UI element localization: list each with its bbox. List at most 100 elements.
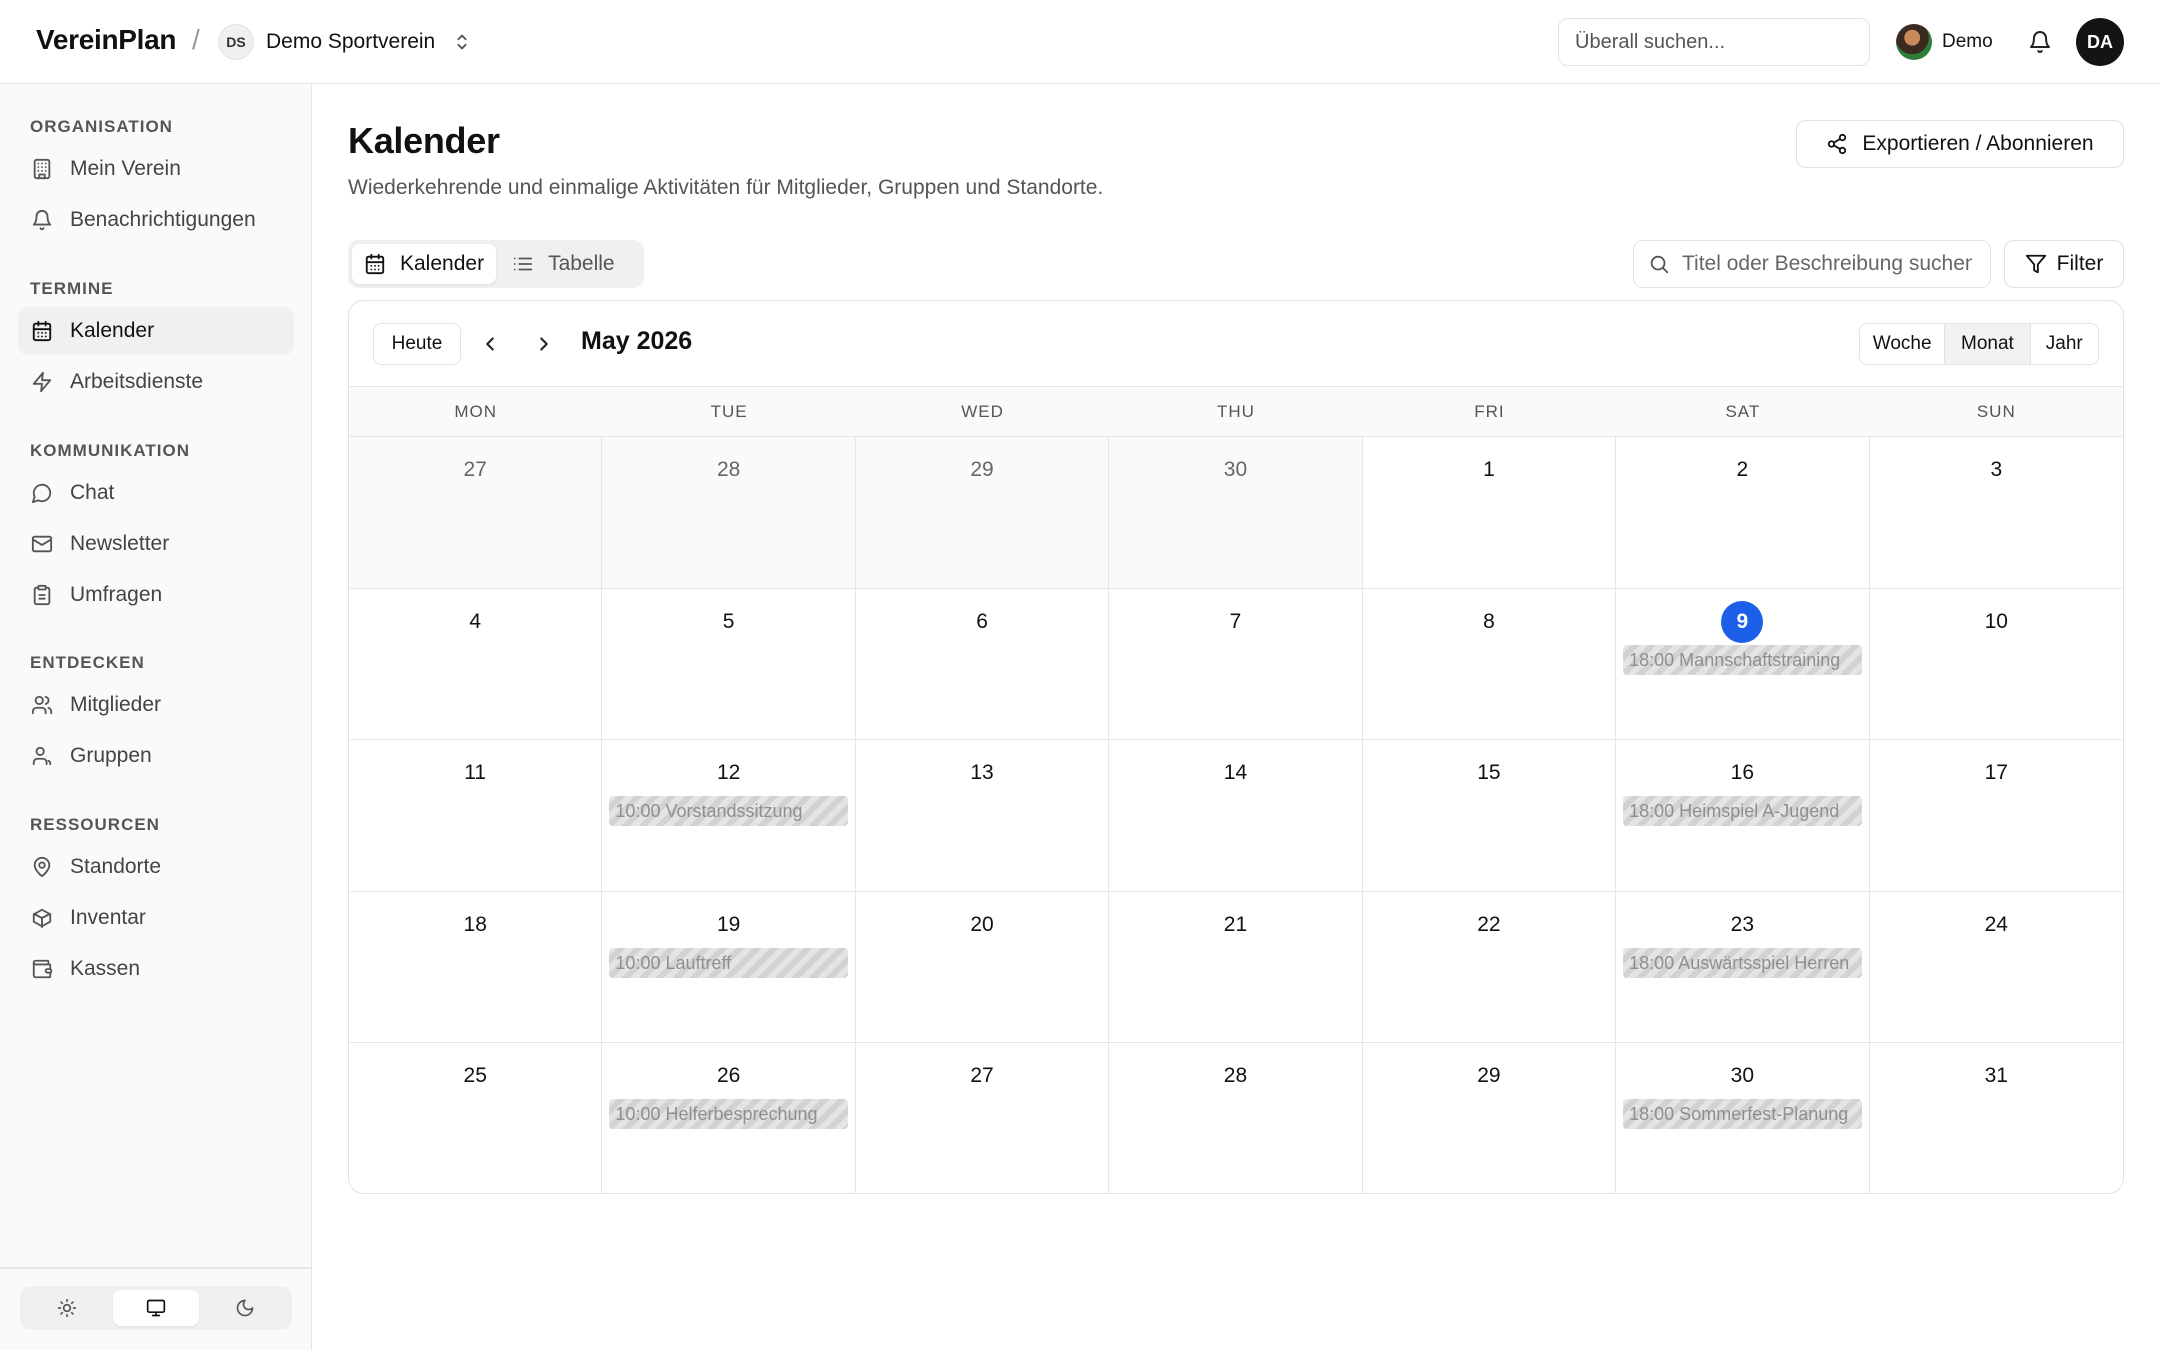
theme-light-button[interactable] <box>24 1290 109 1326</box>
calendar-day[interactable]: 1 <box>1362 437 1617 589</box>
calendar-day[interactable]: 30 <box>1109 437 1363 589</box>
calendar-toolbar: Heute May 2026 Woche Monat Jahr <box>349 301 2123 387</box>
day-number: 2 <box>1736 458 1749 481</box>
calendar-day[interactable]: 10 <box>1869 588 2123 741</box>
calendar-event[interactable]: 18:00 Mannschaftstraining <box>1623 644 1862 675</box>
sidebar-item-kassen[interactable]: Kassen <box>18 945 294 993</box>
user-name: Demo <box>1942 31 1993 52</box>
calendar-day[interactable]: 4 <box>349 588 603 741</box>
tab-label: Tabelle <box>548 252 615 275</box>
day-number: 9 <box>1721 600 1764 643</box>
calendar-event[interactable]: 10:00 Helferbesprechung <box>609 1099 848 1130</box>
sidebar-item-benachrichtigungen[interactable]: Benachrichtigungen <box>18 196 294 244</box>
calendar-day[interactable]: 20 <box>855 891 1110 1044</box>
calendar-day[interactable]: 29 <box>1362 1043 1617 1193</box>
event-search-input[interactable] <box>1682 252 1972 276</box>
sidebar-item-newsletter[interactable]: Newsletter <box>18 520 294 568</box>
sidebar-item-umfragen[interactable]: Umfragen <box>18 571 294 619</box>
calendar-day[interactable]: 5 <box>602 588 856 741</box>
calendar-day[interactable]: 18 <box>349 891 603 1044</box>
calendar-day[interactable]: 30 18:00 Sommerfest-Planung <box>1616 1043 1870 1193</box>
calendar-day[interactable]: 26 10:00 Helferbesprechung <box>602 1043 856 1193</box>
sidebar-item-mitglieder[interactable]: Mitglieder <box>18 681 294 729</box>
search-icon <box>1650 255 1669 274</box>
day-number: 16 <box>1730 761 1755 785</box>
calendar-event[interactable]: 18:00 Heimspiel A-Jugend <box>1623 796 1862 827</box>
export-label: Exportieren / Abonnieren <box>1862 132 2094 155</box>
sidebar-item-kalender[interactable]: Kalender <box>18 307 294 355</box>
export-subscribe-button[interactable]: Exportieren / Abonnieren <box>1796 120 2124 168</box>
calendar-day[interactable]: 14 <box>1109 740 1363 892</box>
calendar-event[interactable]: 10:00 Vorstandssitzung <box>609 796 848 827</box>
weekday-label: MON <box>454 401 498 421</box>
calendar-day[interactable]: 15 <box>1362 740 1617 892</box>
calendar-day[interactable]: 6 <box>855 588 1110 741</box>
calendar-day-today[interactable]: 9 18:00 Mannschaftstraining <box>1616 588 1870 741</box>
organization-switcher[interactable]: DS Demo Sportverein <box>218 23 473 61</box>
sidebar-item-inventar[interactable]: Inventar <box>18 894 294 942</box>
calendar-day[interactable]: 24 <box>1869 891 2123 1044</box>
sidebar-item-standorte[interactable]: Standorte <box>18 843 294 891</box>
tab-kalender[interactable]: Kalender <box>352 244 497 284</box>
calendar-day[interactable]: 28 <box>1109 1043 1363 1193</box>
calendar-day[interactable]: 17 <box>1869 740 2123 892</box>
global-search-input[interactable] <box>1558 18 1870 66</box>
calendar-day[interactable]: 11 <box>349 740 603 892</box>
calendar-day[interactable]: 16 18:00 Heimspiel A-Jugend <box>1616 740 1870 892</box>
range-year-button[interactable]: Jahr <box>2031 324 2098 364</box>
notifications-button[interactable] <box>2024 26 2056 58</box>
calendar-event[interactable]: 18:00 Auswärtsspiel Herren <box>1623 947 1862 978</box>
calendar-day[interactable]: 25 <box>349 1043 603 1193</box>
sidebar-item-label: Arbeitsdienste <box>70 370 204 393</box>
theme-switcher <box>20 1286 292 1330</box>
calendar-day[interactable]: 3 <box>1869 437 2123 589</box>
user-menu[interactable]: Demo <box>1896 24 1993 60</box>
users-icon <box>30 744 54 768</box>
day-number: 3 <box>1990 458 2003 481</box>
calendar-day[interactable]: 13 <box>855 740 1110 892</box>
calendar-day[interactable]: 28 <box>602 437 856 589</box>
calendar-day[interactable]: 12 10:00 Vorstandssitzung <box>602 740 856 892</box>
range-week-button[interactable]: Woche <box>1860 324 1946 364</box>
filter-icon <box>2025 254 2046 274</box>
day-number: 11 <box>464 761 487 785</box>
chevrons-up-down-icon <box>457 34 467 50</box>
page-subtitle: Wiederkehrende und einmalige Aktivitäten… <box>348 176 1104 199</box>
tab-tabelle[interactable]: Tabelle <box>500 244 627 284</box>
calendar-day[interactable]: 21 <box>1109 891 1363 1044</box>
calendar-day[interactable]: 8 <box>1362 588 1617 741</box>
calendar-event[interactable]: 18:00 Sommerfest-Planung <box>1623 1099 1862 1130</box>
calendar-day[interactable]: 23 18:00 Auswärtsspiel Herren <box>1616 891 1870 1044</box>
next-month-button[interactable] <box>527 327 561 361</box>
calendar-day[interactable]: 27 <box>855 1043 1110 1193</box>
calendar-event[interactable]: 10:00 Lauftreff <box>609 947 848 978</box>
previous-month-button[interactable] <box>473 327 507 361</box>
day-number: 31 <box>1984 1064 2008 1088</box>
today-button[interactable]: Heute <box>373 323 461 365</box>
top-bar: VereinPlan / DS Demo Sportverein Demo DA <box>0 0 2160 84</box>
filter-button[interactable]: Filter <box>2004 240 2124 288</box>
sidebar-item-chat[interactable]: Chat <box>18 469 294 517</box>
theme-dark-button[interactable] <box>203 1290 288 1326</box>
calendar-day[interactable]: 19 10:00 Lauftreff <box>602 891 856 1044</box>
current-month-label: May 2026 <box>581 327 693 355</box>
range-month-button[interactable]: Monat <box>1945 324 2031 364</box>
chevron-right-icon <box>540 337 548 351</box>
sidebar-item-mein-verein[interactable]: Mein Verein <box>18 145 294 193</box>
sidebar-item-gruppen[interactable]: Gruppen <box>18 732 294 780</box>
calendar-day[interactable]: 31 <box>1869 1043 2123 1193</box>
day-number: 28 <box>716 458 741 481</box>
calendar-day[interactable]: 27 <box>349 437 603 589</box>
weekday-label: TUE <box>710 401 748 421</box>
calendar-day[interactable]: 29 <box>855 437 1110 589</box>
calendar-day[interactable]: 22 <box>1362 891 1617 1044</box>
brand-logo[interactable]: VereinPlan <box>36 24 176 56</box>
account-avatar-button[interactable]: DA <box>2076 18 2124 66</box>
calendar-day[interactable]: 7 <box>1109 588 1363 741</box>
calendar-day[interactable]: 2 <box>1616 437 1870 589</box>
sidebar-item-arbeitsdienste[interactable]: Arbeitsdienste <box>18 358 294 406</box>
building-icon <box>30 157 54 181</box>
day-number: 30 <box>1223 458 1248 481</box>
theme-system-button[interactable] <box>113 1290 199 1326</box>
sidebar-item-label: Newsletter <box>70 532 170 555</box>
